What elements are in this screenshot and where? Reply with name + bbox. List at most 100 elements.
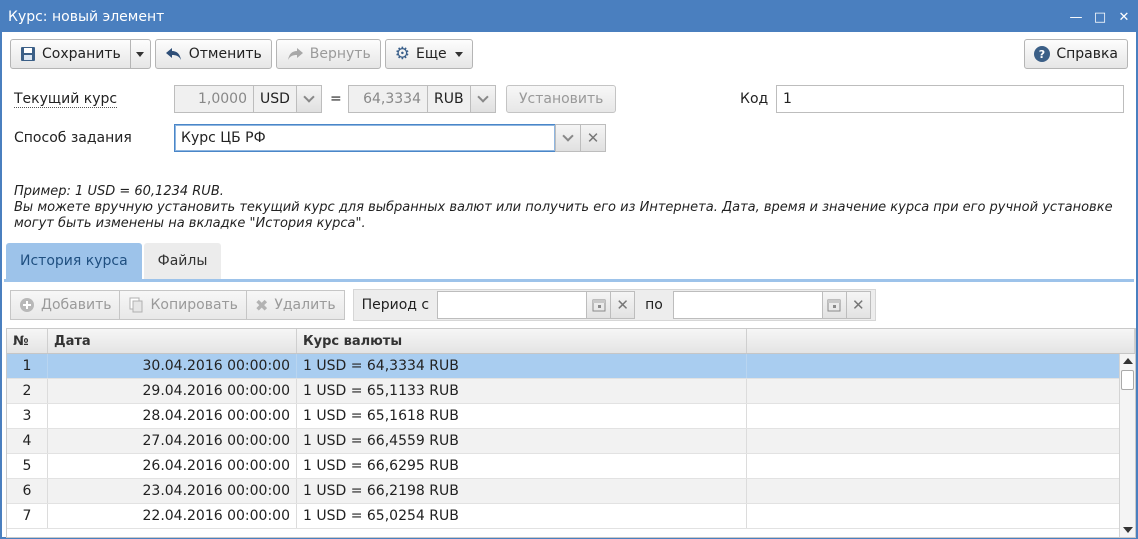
table-row[interactable]: 5 26.04.2016 00:00:00 1 USD = 66,6295 RU… <box>7 454 1135 479</box>
tab-files[interactable]: Файлы <box>143 243 222 279</box>
table-row[interactable]: 3 28.04.2016 00:00:00 1 USD = 65,1618 RU… <box>7 404 1135 429</box>
period-to-label: по <box>645 297 663 313</box>
method-clear-button[interactable]: ✕ <box>580 124 606 152</box>
add-label: Добавить <box>41 297 112 313</box>
code-field[interactable]: 1 <box>776 85 1124 113</box>
table-row[interactable]: 4 27.04.2016 00:00:00 1 USD = 66,4559 RU… <box>7 429 1135 454</box>
help-button[interactable]: ? Справка <box>1024 39 1128 69</box>
copy-button[interactable]: Копировать <box>120 290 247 320</box>
scroll-down-icon[interactable] <box>1123 527 1133 533</box>
gear-icon: ⚙ <box>394 44 410 64</box>
redo-arrow-icon <box>286 46 304 62</box>
column-header-date[interactable]: Дата <box>48 329 297 353</box>
undo-arrow-icon <box>165 46 183 62</box>
row-empty <box>747 429 1135 453</box>
close-icon[interactable]: ✕ <box>1112 6 1136 28</box>
row-number: 6 <box>7 479 48 503</box>
chevron-down-icon <box>477 91 489 103</box>
row-empty <box>747 454 1135 478</box>
row-empty <box>747 504 1135 528</box>
row-date: 29.04.2016 00:00:00 <box>48 379 297 403</box>
calendar-icon <box>592 299 606 312</box>
period-to-input[interactable] <box>672 291 823 319</box>
rate-field[interactable]: 64,3334 <box>348 85 428 113</box>
minimize-icon[interactable]: — <box>1064 6 1088 28</box>
chevron-down-icon <box>303 91 315 103</box>
cancel-button[interactable]: Отменить <box>154 39 272 69</box>
main-toolbar: Сохранить Отменить Вернуть ⚙ Еще ? Справ… <box>10 38 1128 70</box>
clear-icon: ✕ <box>586 129 600 147</box>
period-to-calendar-button[interactable] <box>822 291 847 319</box>
save-button[interactable]: Сохранить <box>10 39 131 69</box>
row-number: 4 <box>7 429 48 453</box>
tab-rate-history[interactable]: История курса <box>6 243 142 279</box>
note-text: Вы можете вручную установить текущий кур… <box>14 200 1113 231</box>
method-label: Способ задания <box>14 130 132 146</box>
help-label: Справка <box>1056 46 1118 62</box>
currency-from-field[interactable]: USD <box>253 85 297 113</box>
set-rate-button[interactable]: Установить <box>506 85 617 113</box>
amount-field[interactable]: 1,0000 <box>174 85 254 113</box>
scroll-thumb[interactable] <box>1121 370 1134 390</box>
row-date: 23.04.2016 00:00:00 <box>48 479 297 503</box>
row-number: 5 <box>7 454 48 478</box>
maximize-icon[interactable]: □ <box>1088 6 1112 28</box>
window-title: Курс: новый элемент <box>8 9 165 25</box>
copy-label: Копировать <box>150 297 238 313</box>
add-button[interactable]: Добавить <box>10 290 121 320</box>
more-label: Еще <box>415 46 447 62</box>
tab-underline <box>4 279 1134 282</box>
redo-button[interactable]: Вернуть <box>275 39 381 69</box>
row-date: 22.04.2016 00:00:00 <box>48 504 297 528</box>
method-field[interactable]: Курс ЦБ РФ <box>174 124 556 152</box>
row-number: 7 <box>7 504 48 528</box>
floppy-disk-icon <box>20 46 36 62</box>
currency-to-dropdown[interactable] <box>470 85 496 113</box>
save-dropdown-button[interactable] <box>130 39 151 69</box>
period-from-input[interactable] <box>437 291 588 319</box>
scroll-up-icon[interactable] <box>1123 358 1133 364</box>
row-rate: 1 USD = 66,4559 RUB <box>297 429 747 453</box>
table-scrollbar[interactable] <box>1119 354 1135 537</box>
row-date: 27.04.2016 00:00:00 <box>48 429 297 453</box>
more-button[interactable]: ⚙ Еще <box>384 39 473 69</box>
equals-sign: = <box>330 91 342 107</box>
column-header-number[interactable]: № <box>7 329 48 353</box>
caret-down-icon <box>136 51 145 57</box>
row-number: 1 <box>7 354 48 378</box>
table-row[interactable]: 1 30.04.2016 00:00:00 1 USD = 64,3334 RU… <box>7 354 1135 379</box>
period-from-calendar-button[interactable] <box>587 291 612 319</box>
currency-from-dropdown[interactable] <box>296 85 322 113</box>
delete-button[interactable]: ✖ Удалить <box>246 290 345 320</box>
period-filter: Период с ✕ по ✕ <box>352 289 876 321</box>
period-from-clear-button[interactable]: ✕ <box>611 291 636 319</box>
caret-down-icon <box>454 51 463 57</box>
period-to-clear-button[interactable]: ✕ <box>846 291 871 319</box>
row-number: 2 <box>7 379 48 403</box>
currency-to-field[interactable]: RUB <box>427 85 471 113</box>
title-bar: Курс: новый элемент — □ ✕ <box>2 2 1136 32</box>
redo-label: Вернуть <box>309 46 371 62</box>
method-dropdown[interactable] <box>555 124 581 152</box>
row-rate: 1 USD = 64,3334 RUB <box>297 354 747 378</box>
rate-history-table: № Дата Курс валюты 1 30.04.2016 00:00:00… <box>6 328 1136 538</box>
column-header-rate[interactable]: Курс валюты <box>297 329 747 353</box>
column-header-empty <box>747 329 1135 353</box>
row-rate: 1 USD = 65,0254 RUB <box>297 504 747 528</box>
save-label: Сохранить <box>42 46 121 62</box>
row-date: 30.04.2016 00:00:00 <box>48 354 297 378</box>
plus-circle-icon <box>19 297 35 313</box>
row-rate: 1 USD = 66,6295 RUB <box>297 454 747 478</box>
table-row[interactable]: 7 22.04.2016 00:00:00 1 USD = 65,0254 RU… <box>7 504 1135 529</box>
row-rate: 1 USD = 65,1618 RUB <box>297 404 747 428</box>
row-empty <box>747 404 1135 428</box>
calendar-icon <box>827 299 841 312</box>
table-row[interactable]: 2 29.04.2016 00:00:00 1 USD = 65,1133 RU… <box>7 379 1135 404</box>
help-icon: ? <box>1034 46 1051 62</box>
tab-bar: История курса Файлы <box>6 243 223 279</box>
clear-icon: ✕ <box>616 296 629 314</box>
code-label: Код <box>740 91 769 107</box>
cancel-label: Отменить <box>188 46 262 62</box>
table-row[interactable]: 6 23.04.2016 00:00:00 1 USD = 66,2198 RU… <box>7 479 1135 504</box>
row-empty <box>747 479 1135 503</box>
